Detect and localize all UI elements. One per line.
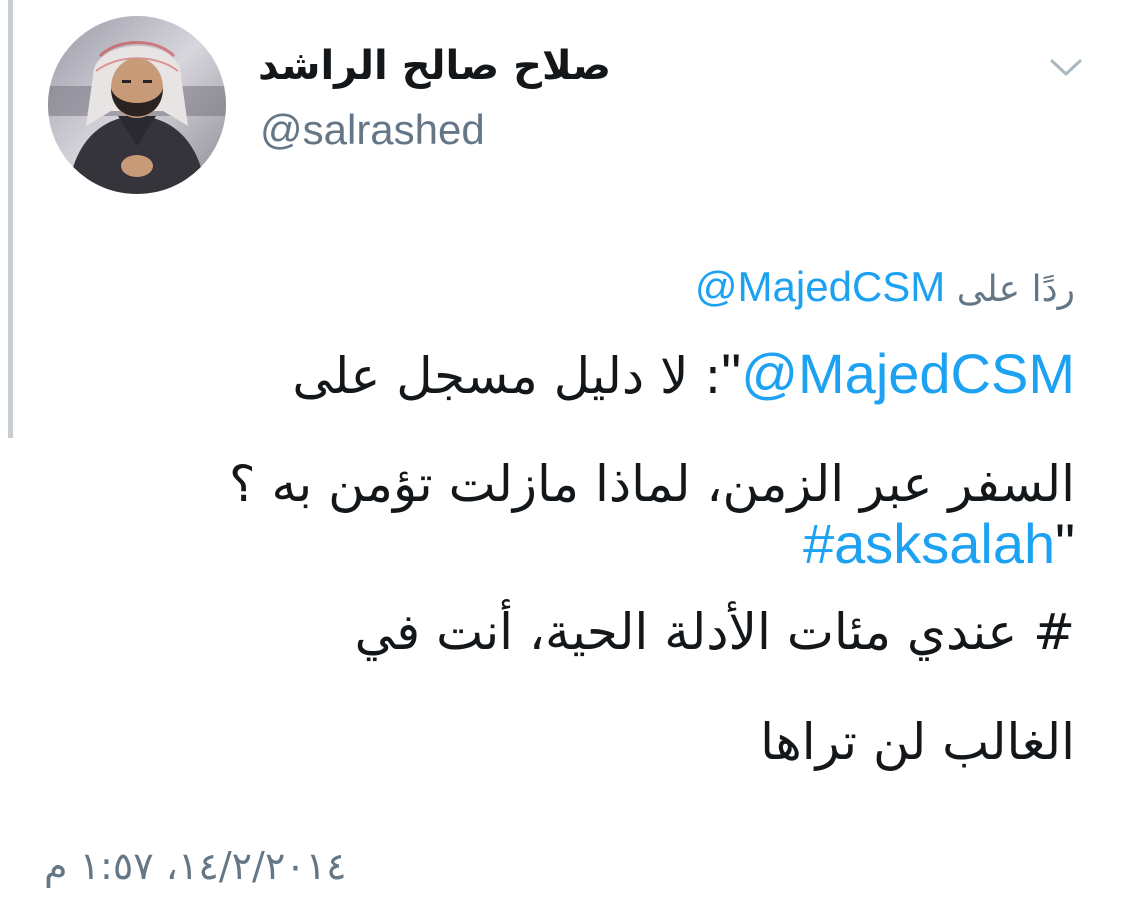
tweet-line-1-text: : لا دليل مسجل على [292, 347, 722, 405]
author-handle[interactable]: @salrashed [260, 104, 485, 156]
tweet-line-5: الغالب لن تراها [760, 713, 1075, 771]
tweet-line-2: السفر عبر الزمن، لماذا مازلت تؤمن به ؟ [229, 455, 1075, 513]
reply-prefix: ردًا على [956, 269, 1075, 310]
chevron-down-icon [1050, 59, 1082, 76]
reply-context: ردًا على @MajedCSM [695, 262, 1075, 315]
author-display-name[interactable]: صلاح صالح الراشد [258, 38, 611, 94]
tweet-line-3: #asksalah" [75, 514, 1075, 574]
quote-close: " [1055, 512, 1075, 575]
tweet-text: "@MajedCSM: لا دليل مسجل على السفر عبر ا… [75, 344, 1075, 772]
avatar[interactable] [48, 16, 226, 194]
avatar-photo [48, 16, 226, 194]
tweet-line-1: "@MajedCSM: لا دليل مسجل على [75, 342, 1075, 406]
reply-mention-link[interactable]: @MajedCSM [695, 263, 945, 310]
thread-line [8, 0, 13, 438]
tweet-mention-group: "@MajedCSM [721, 342, 1075, 405]
tweet-menu-button[interactable] [1044, 50, 1088, 84]
hashtag-link[interactable]: #asksalah [803, 512, 1055, 575]
tweet-hashtag-group: #asksalah" [803, 512, 1075, 575]
quote-open: " [721, 342, 742, 405]
tweet-timestamp[interactable]: ١٤/٢/٢٠١٤، ١:٥٧ م [44, 840, 346, 892]
tweet-mention-link[interactable]: @MajedCSM [741, 342, 1075, 405]
tweet-line-4: # عندي مئات الأدلة الحية، أنت في [354, 603, 1075, 661]
